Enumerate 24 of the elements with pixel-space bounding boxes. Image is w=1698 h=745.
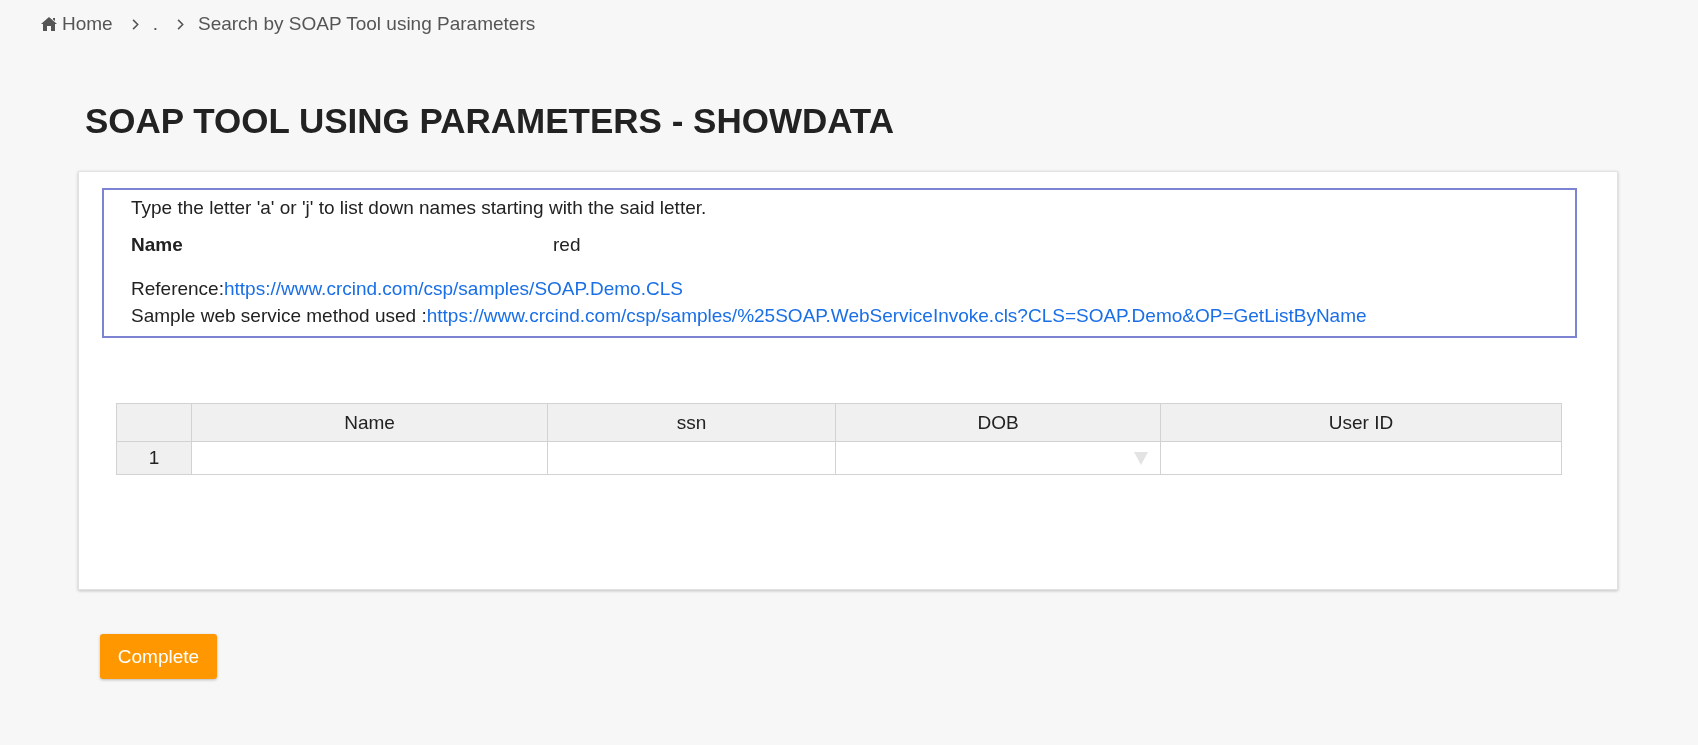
column-header: ssn: [547, 403, 836, 442]
column-header: DOB: [835, 403, 1161, 442]
column-header: Name: [191, 403, 548, 442]
link-label: Sample web service method used :: [131, 305, 427, 326]
chevron-right-icon: [176, 18, 184, 30]
table-cell[interactable]: [1160, 441, 1562, 475]
table-cell[interactable]: [835, 441, 1161, 475]
table-cell[interactable]: [191, 441, 548, 475]
name-value: red: [553, 234, 581, 256]
link-label: Reference:: [131, 278, 224, 299]
home-link[interactable]: Home: [41, 13, 113, 35]
row-number-cell: 1: [116, 441, 192, 475]
breadcrumb-current: Search by SOAP Tool using Parameters: [197, 13, 536, 35]
home-icon: [41, 17, 57, 31]
table-cell[interactable]: [547, 441, 836, 475]
page-title: SOAP TOOL USING PARAMETERS - SHOWDATA: [85, 101, 894, 141]
chevron-right-icon: [131, 18, 139, 30]
url-link[interactable]: https://www.crcind.com/csp/samples/SOAP.Demo.CLS: [223, 278, 683, 299]
breadcrumb-link[interactable]: .: [152, 13, 158, 35]
instruction-text: Type the letter 'a' or 'j' to list down names starting with the said letter.: [131, 197, 708, 219]
caret-down-icon: [1134, 452, 1148, 466]
column-header: User ID: [1160, 403, 1562, 442]
url-link[interactable]: https://www.crcind.com/csp/samples/%25SOAP.WebServiceInvoke.cls?CLS=SOAP.Demo&OP=GetListByName: [426, 305, 1367, 326]
name-label: Name: [131, 234, 184, 256]
